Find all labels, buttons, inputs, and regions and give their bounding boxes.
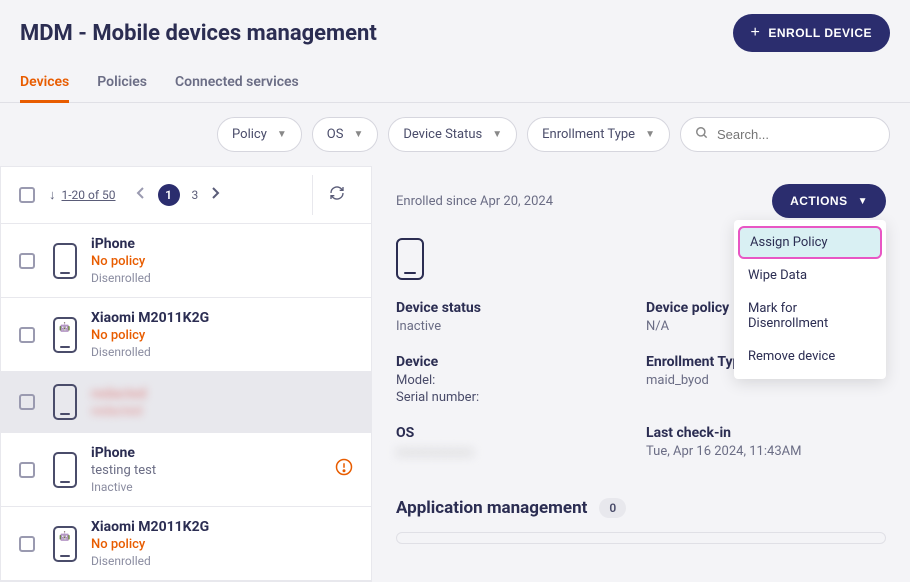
enrolled-since: Enrolled since Apr 20, 2024: [396, 194, 553, 209]
os-label: OS: [396, 425, 636, 441]
pagination-range[interactable]: 1-20 of 50: [62, 188, 116, 202]
page-current[interactable]: 1: [158, 184, 180, 206]
actions-label: ACTIONS: [790, 194, 848, 208]
page-prev[interactable]: [130, 187, 152, 203]
device-status-value: Inactive: [396, 319, 636, 334]
device-row[interactable]: iPhone No policy Disenrolled: [1, 224, 371, 298]
device-policy: testing test: [91, 463, 335, 478]
action-mark-disenrollment[interactable]: Mark for Disenrollment: [734, 292, 886, 340]
device-row[interactable]: Xiaomi M2011K2G No policy Disenrolled: [1, 507, 371, 581]
filter-bar: Policy ▼ OS ▼ Device Status ▼ Enrollment…: [0, 103, 910, 166]
search-icon: [695, 125, 709, 144]
filter-device-status-label: Device Status: [403, 127, 482, 142]
filter-enrollment-type-label: Enrollment Type: [542, 127, 635, 142]
app-management-heading: Application management: [396, 498, 587, 518]
chevron-down-icon: ▼: [492, 129, 502, 140]
last-checkin-label: Last check-in: [646, 425, 886, 441]
tab-devices[interactable]: Devices: [20, 66, 69, 103]
enroll-device-label: ENROLL DEVICE: [768, 26, 872, 40]
os-value-blurred: xxxxxxxxxxxx: [396, 445, 636, 460]
tab-connected-services[interactable]: Connected services: [175, 66, 299, 102]
device-row[interactable]: redacted redacted: [1, 372, 371, 433]
filter-os-label: OS: [327, 127, 344, 142]
chevron-down-icon: ▼: [858, 196, 868, 207]
device-status-label: Device status: [396, 300, 636, 316]
device-name: Xiaomi M2011K2G: [91, 519, 361, 535]
row-checkbox[interactable]: [19, 536, 35, 552]
phone-icon: [53, 384, 77, 420]
device-row[interactable]: Xiaomi M2011K2G No policy Disenrolled: [1, 298, 371, 372]
main-tabs: Devices Policies Connected services: [0, 62, 910, 103]
page-next[interactable]: [204, 187, 226, 203]
device-name: iPhone: [91, 236, 361, 252]
detail-panel: Enrolled since Apr 20, 2024 ACTIONS ▼ As…: [372, 166, 910, 582]
action-remove-device[interactable]: Remove device: [734, 340, 886, 373]
filter-enrollment-type[interactable]: Enrollment Type ▼: [527, 117, 670, 152]
device-row[interactable]: iPhone testing test Inactive: [1, 433, 371, 507]
actions-button[interactable]: ACTIONS ▼: [772, 184, 886, 218]
page-title: MDM - Mobile devices management: [20, 21, 377, 46]
device-info: Xiaomi M2011K2G No policy Disenrolled: [91, 519, 361, 568]
pagination-row: ↓ 1-20 of 50 1 3: [1, 167, 371, 224]
phone-icon: [53, 243, 77, 279]
phone-icon: [53, 452, 77, 488]
device-name: iPhone: [91, 445, 335, 461]
warning-icon: [335, 458, 353, 481]
search-container: [680, 117, 890, 152]
enroll-device-button[interactable]: + ENROLL DEVICE: [733, 14, 890, 52]
filter-policy-label: Policy: [232, 127, 267, 142]
device-info: iPhone testing test Inactive: [91, 445, 335, 494]
filter-device-status[interactable]: Device Status ▼: [388, 117, 517, 152]
device-policy: redacted: [91, 404, 361, 419]
chevron-down-icon: ▼: [353, 129, 363, 140]
phone-icon: [53, 317, 77, 353]
tab-policies[interactable]: Policies: [97, 66, 147, 102]
device-policy: No policy: [91, 537, 361, 552]
row-checkbox[interactable]: [19, 253, 35, 269]
device-status: Disenrolled: [91, 554, 361, 568]
page-3[interactable]: 3: [192, 188, 199, 202]
app-management-container: [396, 532, 886, 544]
device-info: Xiaomi M2011K2G No policy Disenrolled: [91, 310, 361, 359]
device-status: Disenrolled: [91, 271, 361, 285]
device-policy: No policy: [91, 328, 361, 343]
last-checkin-value: Tue, Apr 16 2024, 11:43AM: [646, 444, 886, 459]
select-all-checkbox[interactable]: [19, 187, 35, 203]
filter-policy[interactable]: Policy ▼: [217, 117, 302, 152]
device-name: Xiaomi M2011K2G: [91, 310, 361, 326]
row-checkbox[interactable]: [19, 327, 35, 343]
row-checkbox[interactable]: [19, 394, 35, 410]
chevron-down-icon: ▼: [277, 129, 287, 140]
device-label: Device: [396, 354, 636, 370]
device-list-panel: ↓ 1-20 of 50 1 3 iPhone No policy Disenr…: [0, 166, 372, 582]
device-detail-icon: [396, 238, 424, 280]
plus-icon: +: [751, 24, 761, 42]
action-assign-policy[interactable]: Assign Policy: [738, 226, 882, 259]
device-status: Disenrolled: [91, 345, 361, 359]
chevron-down-icon: ▼: [645, 129, 655, 140]
row-checkbox[interactable]: [19, 462, 35, 478]
search-input[interactable]: [717, 127, 893, 142]
phone-icon: [53, 526, 77, 562]
device-info: redacted redacted: [91, 386, 361, 419]
device-policy: No policy: [91, 254, 361, 269]
app-count-badge: 0: [599, 498, 626, 518]
filter-os[interactable]: OS ▼: [312, 117, 379, 152]
actions-menu: Assign Policy Wipe Data Mark for Disenro…: [734, 220, 886, 379]
device-serial: Serial number:: [396, 390, 636, 405]
device-name: redacted: [91, 386, 361, 402]
device-status: Inactive: [91, 480, 335, 494]
action-wipe-data[interactable]: Wipe Data: [734, 259, 886, 292]
refresh-button[interactable]: [312, 175, 361, 215]
device-info: iPhone No policy Disenrolled: [91, 236, 361, 285]
device-model: Model:: [396, 373, 636, 388]
sort-icon[interactable]: ↓: [49, 187, 56, 203]
